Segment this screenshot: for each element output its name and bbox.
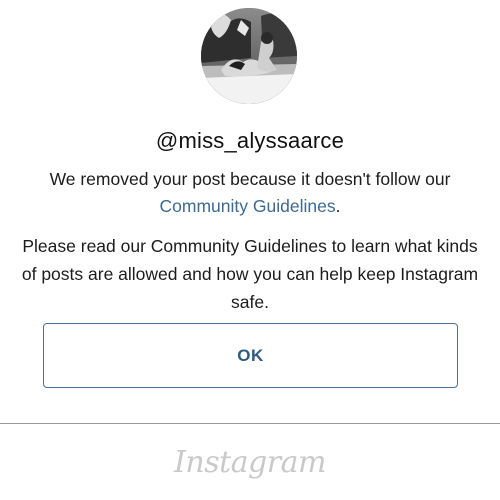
divider bbox=[0, 423, 500, 424]
avatar bbox=[201, 8, 297, 104]
removed-post-notice: @miss_alyssaarce We removed your post be… bbox=[0, 0, 500, 500]
guidelines-message: Please read our Community Guidelines to … bbox=[21, 236, 479, 312]
community-guidelines-link[interactable]: Community Guidelines bbox=[160, 196, 336, 216]
username: @miss_alyssaarce bbox=[155, 128, 345, 153]
removal-message-text: We removed your post because it doesn't … bbox=[49, 169, 451, 189]
ok-button[interactable]: OK bbox=[43, 323, 458, 388]
removal-message-period: . bbox=[335, 196, 341, 216]
removal-message: We removed your post because it doesn't … bbox=[20, 166, 480, 220]
profile-photo-icon bbox=[201, 8, 297, 104]
instagram-logo: Instagram bbox=[174, 445, 326, 480]
